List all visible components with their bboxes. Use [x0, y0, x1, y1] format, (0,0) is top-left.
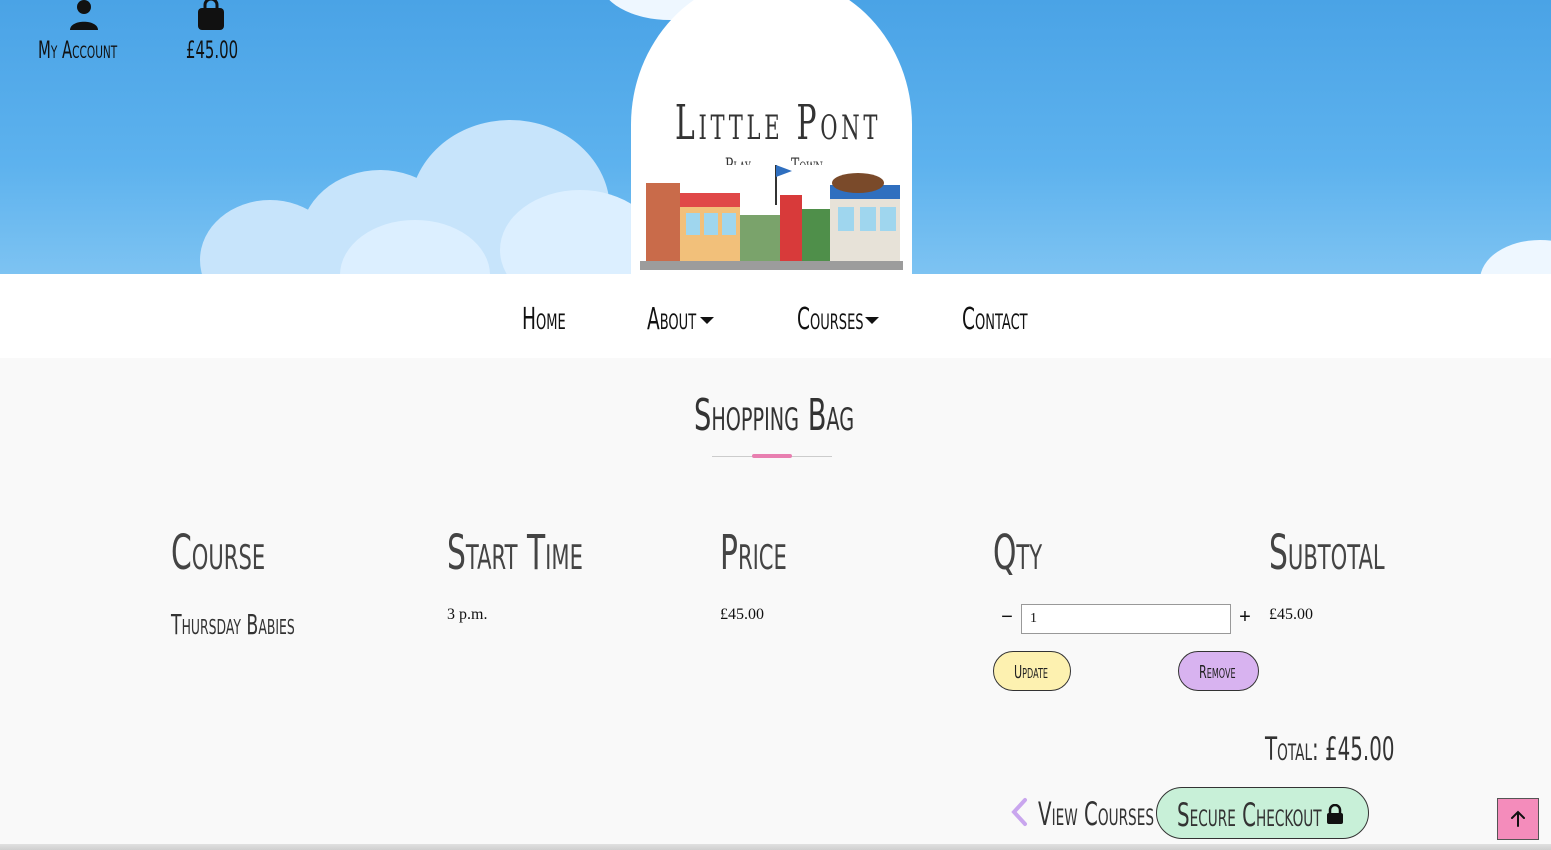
- cart-course-name: Thursday Babies: [171, 608, 295, 641]
- shopping-bag-icon: [198, 0, 224, 30]
- header-price: Price: [720, 525, 787, 581]
- cart-total: Total: £45.00: [1265, 730, 1395, 768]
- my-account-link[interactable]: My Account: [30, 0, 140, 70]
- cart-price: £45.00: [720, 606, 764, 623]
- hero-header: My Account £45.00 Little Pont Play Town: [0, 0, 1551, 274]
- remove-label: Remove: [1199, 662, 1236, 683]
- header-qty: Qty: [993, 525, 1043, 581]
- chevron-down-icon: [865, 317, 879, 324]
- cart-subtotal: £45.00: [1269, 606, 1313, 623]
- bottom-edge: [0, 844, 1551, 850]
- view-courses-label: View Courses: [1038, 795, 1154, 833]
- header-course: Course: [171, 525, 266, 581]
- update-button[interactable]: Update: [993, 651, 1071, 691]
- title-divider-accent: [752, 454, 792, 458]
- logo-line1: Little Pont: [675, 95, 882, 151]
- nav-about[interactable]: About: [647, 302, 696, 337]
- chevron-left-icon: [1011, 798, 1027, 826]
- lock-icon: [1327, 804, 1343, 824]
- remove-button[interactable]: Remove: [1178, 651, 1259, 691]
- qty-increment-button[interactable]: +: [1237, 606, 1253, 629]
- secure-checkout-label: Secure Checkout: [1177, 796, 1322, 834]
- site-logo[interactable]: Little Pont Play Town: [631, 0, 912, 274]
- town-illustration: [640, 165, 903, 270]
- cloud: [1480, 240, 1551, 274]
- header-subtotal: Subtotal: [1269, 525, 1385, 581]
- qty-input[interactable]: [1021, 604, 1231, 634]
- bag-total: £45.00: [186, 36, 239, 64]
- qty-decrement-button[interactable]: −: [999, 606, 1015, 629]
- nav-home[interactable]: Home: [522, 302, 566, 337]
- page-title: Shopping Bag: [694, 390, 855, 441]
- shopping-bag-link[interactable]: £45.00: [176, 0, 246, 70]
- my-account-label: My Account: [38, 36, 118, 64]
- arrow-up-icon: [1511, 810, 1525, 827]
- main-nav: Home About Courses Contact: [0, 274, 1551, 358]
- update-label: Update: [1014, 662, 1049, 683]
- cart-start-time: 3 p.m.: [447, 606, 488, 623]
- secure-checkout-button[interactable]: Secure Checkout: [1156, 787, 1369, 839]
- back-to-top-button[interactable]: [1497, 798, 1539, 840]
- nav-courses[interactable]: Courses: [797, 302, 864, 337]
- chevron-down-icon: [700, 317, 714, 324]
- header-start-time: Start Time: [447, 525, 583, 581]
- view-courses-link[interactable]: View Courses: [1010, 795, 1154, 833]
- nav-contact[interactable]: Contact: [962, 302, 1028, 337]
- user-icon: [70, 0, 98, 30]
